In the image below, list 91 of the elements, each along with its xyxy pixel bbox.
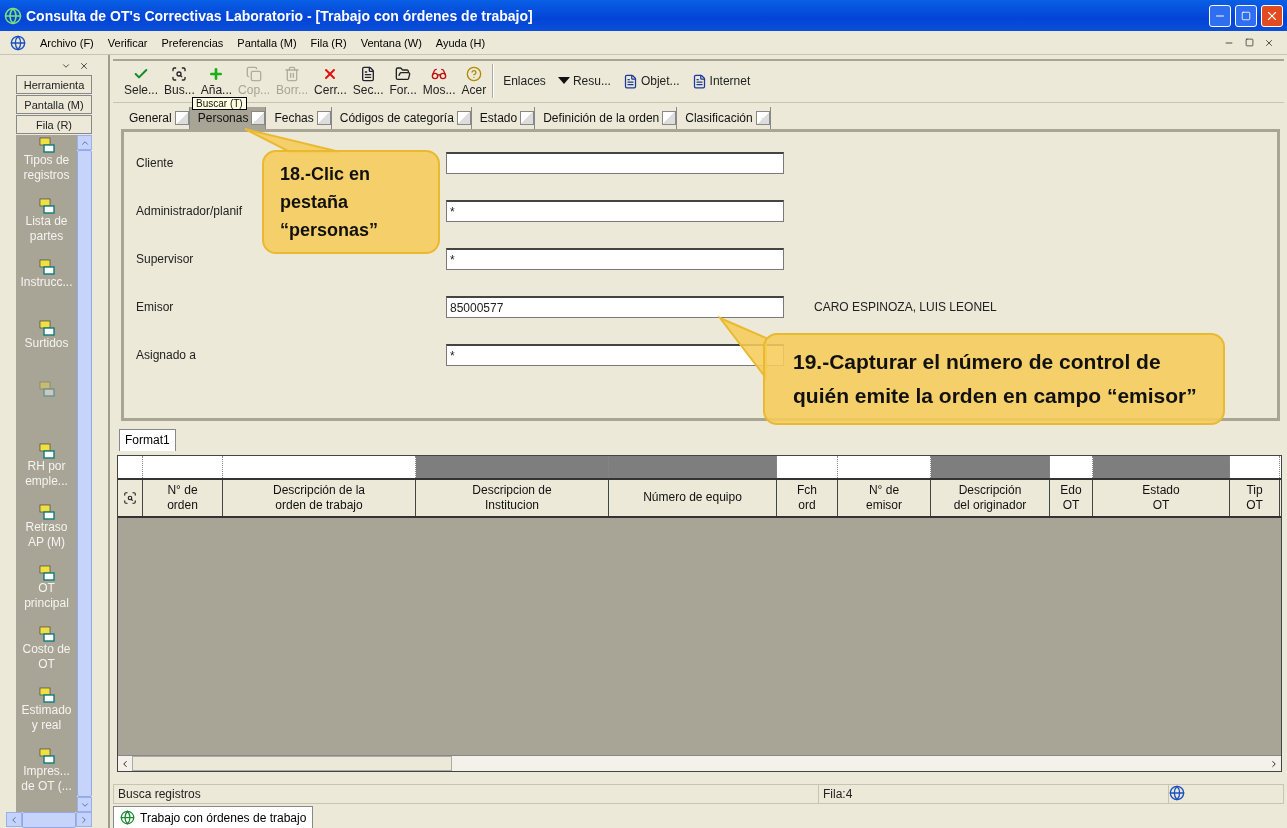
table-icon xyxy=(38,626,55,642)
document-icon xyxy=(691,73,707,89)
panel-button[interactable]: Fila (R) xyxy=(16,115,92,134)
column-header[interactable]: Estado OT xyxy=(1093,479,1230,516)
field-label: Administrador/planif xyxy=(136,202,243,218)
chevron-right-icon xyxy=(79,814,89,825)
scrollbar[interactable] xyxy=(118,755,1281,772)
globe-icon xyxy=(4,6,22,25)
column-header[interactable]: Descripcion de Institucion xyxy=(416,479,609,516)
field-label: Supervisor xyxy=(136,250,194,266)
copy-icon xyxy=(246,65,263,82)
document-icon xyxy=(360,65,377,82)
link-button[interactable]: Internet xyxy=(685,73,757,89)
table-icon xyxy=(38,748,55,764)
close-icon xyxy=(79,61,89,71)
menu-item[interactable]: Ventana (W) xyxy=(360,36,422,49)
toolbar-button[interactable]: Sec... xyxy=(349,62,387,101)
close-icon xyxy=(1264,37,1274,48)
input-field[interactable]: * xyxy=(446,247,784,270)
menu-item[interactable]: Pantalla (M) xyxy=(237,36,297,49)
tab[interactable]: Format1 xyxy=(119,428,176,451)
link-button[interactable]: Resu... xyxy=(551,74,617,89)
scrollbar[interactable] xyxy=(77,135,92,812)
field-label: Asignado a xyxy=(136,346,197,362)
field-label: Emisor xyxy=(136,298,174,314)
table-icon xyxy=(38,198,55,214)
maximize-icon xyxy=(1241,10,1251,21)
menu-item[interactable]: Verificar xyxy=(107,36,148,49)
table-icon xyxy=(38,443,55,459)
status-text: Busca registros xyxy=(114,785,819,804)
filter-cell[interactable] xyxy=(416,455,609,478)
panel-button[interactable]: Herramienta xyxy=(16,75,92,94)
table-icon xyxy=(38,320,55,336)
filter-cell[interactable] xyxy=(931,455,1050,478)
close-button[interactable] xyxy=(1261,4,1283,27)
window-tab[interactable]: Trabajo con órdenes de trabajo xyxy=(113,806,314,828)
minimize-button[interactable] xyxy=(1209,4,1231,27)
column-header[interactable]: Tip OT xyxy=(1230,479,1280,516)
document-icon xyxy=(622,73,638,89)
column-header[interactable]: Descripción del originador xyxy=(931,479,1050,516)
filter-cell[interactable] xyxy=(1093,455,1230,478)
input-field[interactable] xyxy=(446,151,784,174)
help-icon xyxy=(465,65,482,82)
column-header[interactable]: N° de emisor xyxy=(838,479,931,516)
panel-button[interactable]: Pantalla (M) xyxy=(16,95,92,114)
column-header[interactable]: Número de equipo xyxy=(609,479,777,516)
chevron-down-icon xyxy=(61,61,71,71)
chevron-left-icon xyxy=(120,758,130,769)
chevron-left-icon xyxy=(9,814,19,825)
column-header[interactable]: N° de orden xyxy=(143,479,223,516)
field-description: CARO ESPINOZA, LUIS LEONEL xyxy=(813,298,998,314)
menu-item[interactable]: Fila (R) xyxy=(310,36,347,49)
trash-icon xyxy=(284,65,301,82)
scrollbar[interactable] xyxy=(6,812,92,828)
menu-item[interactable]: Archivo (F) xyxy=(40,36,94,49)
maximize-button[interactable] xyxy=(1235,4,1257,27)
input-field[interactable]: * xyxy=(446,199,784,222)
table-icon xyxy=(38,137,55,153)
menu-item[interactable]: Ayuda (H) xyxy=(435,36,486,49)
window-title: Consulta de OT's Correctivas Laboratorio - [Trabajo con órdenes de trabajo] xyxy=(26,7,534,24)
table-icon xyxy=(38,259,55,275)
globe-icon xyxy=(10,34,26,51)
input-field[interactable]: 85000577 xyxy=(446,295,784,318)
table-icon xyxy=(38,687,55,703)
link-button[interactable]: Objet... xyxy=(616,73,686,89)
column-header[interactable]: Fch ord xyxy=(777,479,838,516)
globe-icon xyxy=(1169,785,1185,802)
toolbar-button[interactable]: Mos... xyxy=(419,62,459,101)
table-icon xyxy=(38,381,55,397)
table-icon xyxy=(38,504,55,520)
column-header[interactable]: Descripción de la orden de trabajo xyxy=(223,479,416,516)
search-icon xyxy=(171,65,188,82)
tooltip: Buscar (T) xyxy=(192,97,247,110)
restore-icon xyxy=(1244,38,1254,47)
menu-item[interactable]: Preferencias xyxy=(161,36,224,49)
table-icon xyxy=(38,565,55,581)
column-header[interactable]: Edo OT xyxy=(1050,479,1093,516)
caret-icon xyxy=(557,77,570,86)
status-text: Fila:4 xyxy=(819,785,1169,804)
toolbar-button[interactable]: Cerr... xyxy=(311,62,350,101)
folder-icon xyxy=(395,65,412,82)
search-icon xyxy=(123,490,137,505)
field-label: Cliente xyxy=(136,154,174,170)
link-button[interactable]: Enlaces xyxy=(497,74,552,89)
toolbar-button[interactable]: For... xyxy=(386,62,420,101)
filter-cell[interactable] xyxy=(609,455,777,478)
toolbar-button[interactable]: Sele... xyxy=(121,62,162,101)
toolbar-button[interactable]: Acer xyxy=(458,62,490,101)
globe-icon xyxy=(120,810,135,825)
chevron-right-icon xyxy=(1269,758,1279,769)
plus-icon xyxy=(208,65,225,82)
